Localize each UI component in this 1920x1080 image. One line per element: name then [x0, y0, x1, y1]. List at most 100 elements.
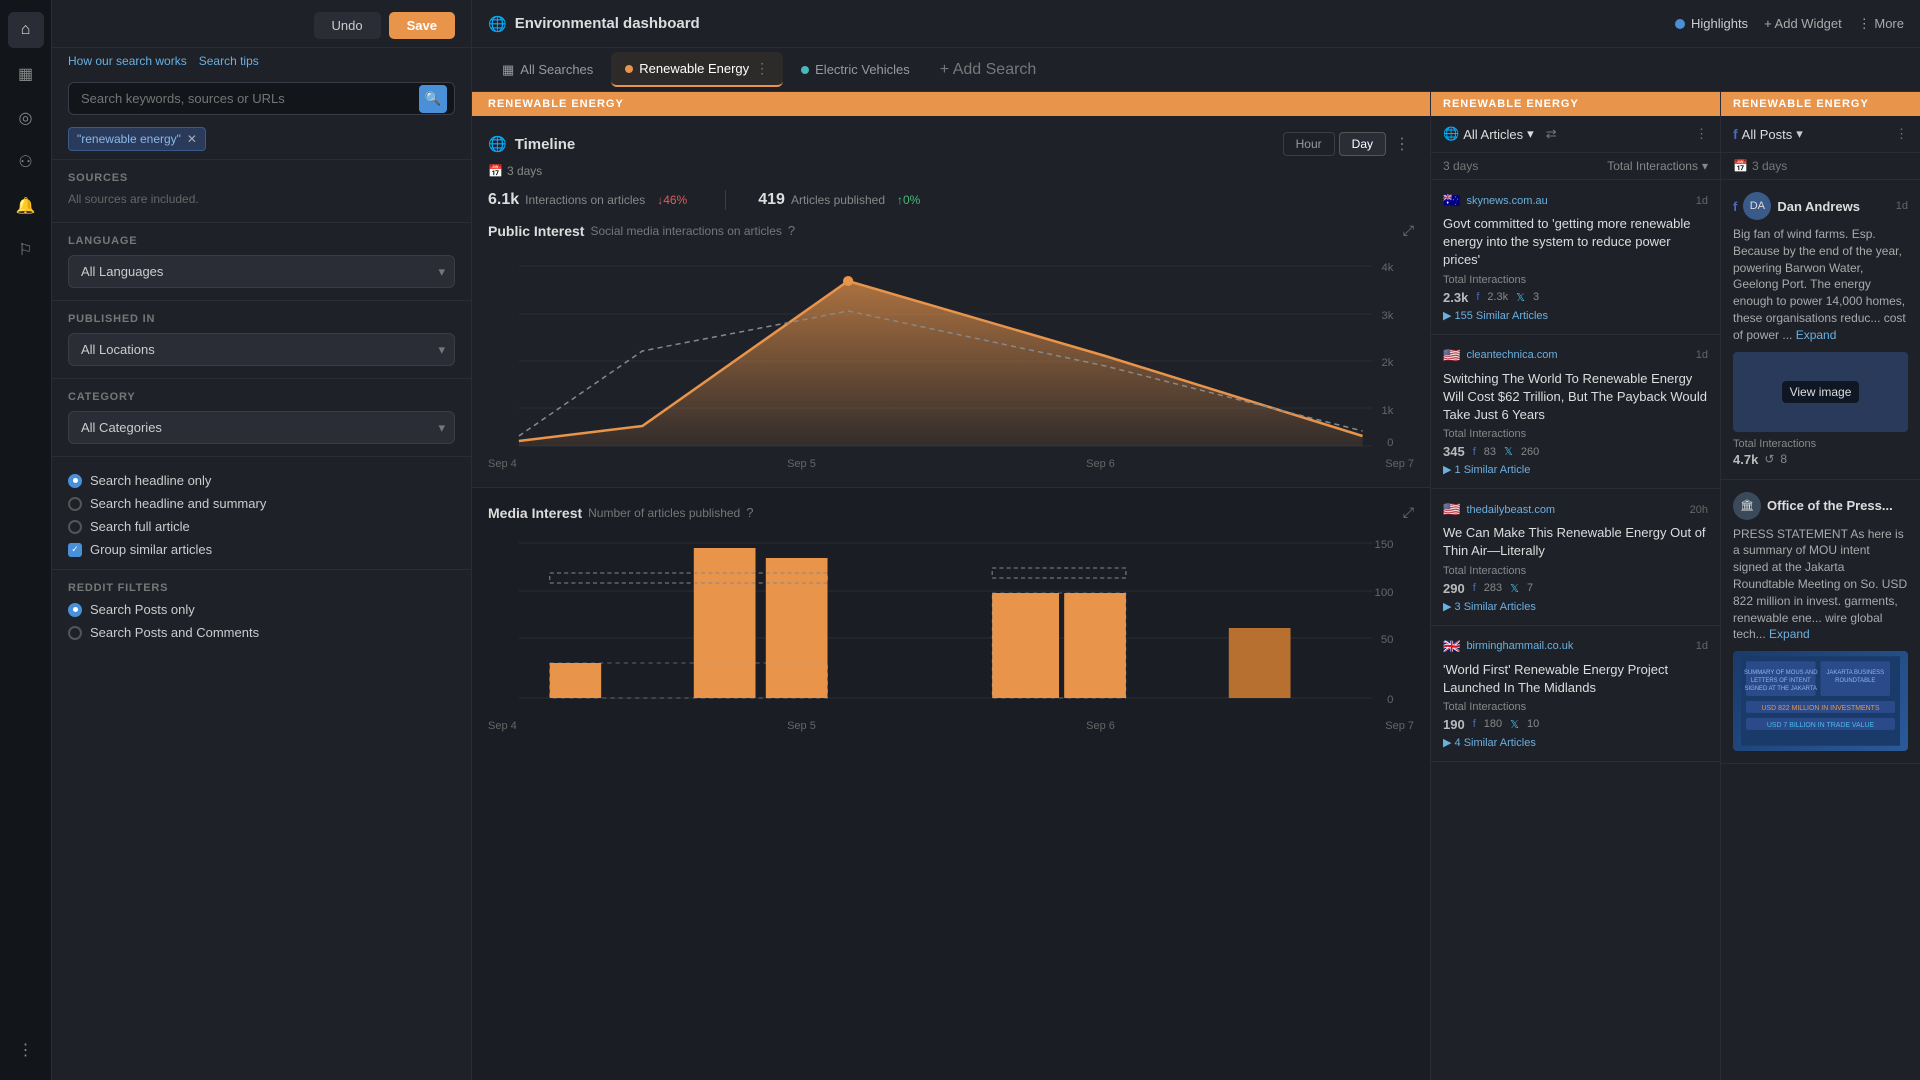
add-search-tab[interactable]: + Add Search: [928, 53, 1049, 87]
articles-dropdown-icon: ▾: [1527, 126, 1534, 142]
article-interactions-label-2: Total Interactions: [1443, 428, 1708, 440]
article-time-4: 1d: [1696, 640, 1708, 652]
bookmark-nav-icon[interactable]: ⚐: [8, 232, 44, 268]
highlights-button[interactable]: Highlights: [1675, 16, 1748, 31]
post-share-icon-1: ↺: [1764, 452, 1774, 466]
article-source-1[interactable]: skynews.com.au: [1466, 195, 1547, 207]
post-author-name-2[interactable]: Office of the Press...: [1767, 498, 1893, 513]
home-nav-icon[interactable]: ⌂: [8, 12, 44, 48]
similar-articles-link-3[interactable]: ▶ 3 Similar Articles: [1443, 600, 1708, 613]
hour-button[interactable]: Hour: [1283, 132, 1335, 156]
users-nav-icon[interactable]: ⚇: [8, 144, 44, 180]
post-platform-icon-1: f: [1733, 199, 1737, 214]
radio-circle-summary: [68, 497, 82, 511]
sort-filter[interactable]: Total Interactions ▾: [1607, 159, 1708, 173]
search-input[interactable]: [68, 82, 455, 115]
social-options-icon[interactable]: ⋮: [1895, 126, 1908, 142]
search-button[interactable]: 🔍: [419, 85, 447, 113]
tag-remove-button[interactable]: ✕: [187, 132, 197, 146]
article-title-2[interactable]: Switching The World To Renewable Energy …: [1443, 370, 1708, 425]
how-search-works-link[interactable]: How our search works: [68, 54, 187, 68]
svg-text:1k: 1k: [1381, 405, 1393, 417]
save-button[interactable]: Save: [389, 12, 455, 39]
calendar-icon: 📅: [488, 164, 503, 178]
article-social-1: 2.3k f 2.3k 𝕏 3: [1443, 290, 1708, 305]
social-controls: f All Posts ▾ ⋮: [1721, 116, 1920, 153]
tw-icon-4: 𝕏: [1510, 718, 1519, 731]
public-interest-expand-button[interactable]: ⤢: [1403, 222, 1414, 239]
radio-headline-only[interactable]: Search headline only: [68, 473, 455, 488]
bar-label-sep5: Sep 5: [787, 720, 816, 732]
expand-link-1[interactable]: Expand: [1796, 328, 1837, 342]
tab-all-searches[interactable]: ▦ All Searches: [488, 54, 607, 86]
radio-full-article[interactable]: Search full article: [68, 519, 455, 534]
more-button[interactable]: ⋮ More: [1858, 16, 1904, 32]
undo-button[interactable]: Undo: [314, 12, 381, 39]
timeline-options-button[interactable]: ⋮: [1390, 134, 1414, 154]
article-interactions-label-4: Total Interactions: [1443, 701, 1708, 713]
article-source-row-3: 🇺🇸 thedailybeast.com 20h: [1443, 501, 1708, 518]
media-interest-title: Media Interest: [488, 505, 582, 521]
bar-chart-x-labels: Sep 4 Sep 5 Sep 6 Sep 7: [488, 720, 1414, 732]
timeline-panel-header: RENEWABLE ENERGY: [472, 92, 1430, 116]
expand-link-2[interactable]: Expand: [1769, 627, 1810, 641]
transfer-icon[interactable]: ⇄: [1546, 126, 1557, 142]
highlights-label: Highlights: [1691, 16, 1748, 31]
published-select[interactable]: All Locations United States United Kingd…: [68, 333, 455, 366]
bar-label-sep7: Sep 7: [1385, 720, 1414, 732]
group-similar-checkbox[interactable]: Group similar articles: [68, 542, 455, 557]
article-title-4[interactable]: 'World First' Renewable Energy Project L…: [1443, 661, 1708, 697]
radio-posts-comments[interactable]: Search Posts and Comments: [68, 625, 455, 640]
article-flag-4: 🇬🇧: [1443, 638, 1460, 655]
article-source-4[interactable]: birminghammail.co.uk: [1466, 640, 1573, 652]
day-button[interactable]: Day: [1339, 132, 1386, 156]
article-int-val-2: 345: [1443, 444, 1465, 459]
search-tips-link[interactable]: Search tips: [199, 54, 259, 68]
post-social-row-1: 4.7k ↺ 8: [1733, 452, 1908, 467]
all-posts-dropdown[interactable]: f All Posts ▾: [1733, 126, 1803, 142]
article-title-3[interactable]: We Can Make This Renewable Energy Out of…: [1443, 524, 1708, 560]
timeline-title-row: 🌐 Timeline Hour Day ⋮: [488, 132, 1414, 156]
search-panel-header: Undo Save: [52, 0, 471, 48]
more-nav-icon[interactable]: ⋮: [8, 1032, 44, 1068]
radio-posts-only[interactable]: Search Posts only: [68, 602, 455, 617]
media-interest-svg: 150 100 50 0: [488, 533, 1414, 713]
add-widget-button[interactable]: + Add Widget: [1764, 16, 1842, 31]
dashboard-nav-icon[interactable]: ▦: [8, 56, 44, 92]
article-interactions-label-1: Total Interactions: [1443, 274, 1708, 286]
media-interest-section: Media Interest Number of articles publis…: [472, 488, 1430, 749]
similar-articles-link-4[interactable]: ▶ 4 Similar Articles: [1443, 736, 1708, 749]
search-panel: Undo Save How our search works Search ti…: [52, 0, 472, 1080]
radio-headline-summary[interactable]: Search headline and summary: [68, 496, 455, 511]
language-select[interactable]: All Languages English Spanish French: [68, 255, 455, 288]
reddit-label: REDDIT FILTERS: [68, 582, 455, 594]
all-articles-dropdown[interactable]: 🌐 All Articles ▾ ⇄: [1443, 126, 1557, 142]
globe-nav-icon[interactable]: ◎: [8, 100, 44, 136]
view-image-button-1[interactable]: View image: [1782, 381, 1860, 403]
tab-renewable-energy[interactable]: Renewable Energy ⋮: [611, 52, 783, 87]
category-select[interactable]: All Categories News Blogs: [68, 411, 455, 444]
tab-options-icon[interactable]: ⋮: [755, 60, 769, 77]
article-item: 🇦🇺 skynews.com.au 1d Govt committed to '…: [1431, 180, 1720, 335]
tw-val-3: 7: [1527, 582, 1533, 594]
article-source-3[interactable]: thedailybeast.com: [1466, 504, 1555, 516]
tw-val-1: 3: [1533, 291, 1539, 303]
article-title-1[interactable]: Govt committed to 'getting more renewabl…: [1443, 215, 1708, 270]
radio-label-summary: Search headline and summary: [90, 496, 266, 511]
media-interest-expand-button[interactable]: ⤢: [1403, 504, 1414, 521]
fb-val-1: 2.3k: [1487, 291, 1508, 303]
articles-options-icon[interactable]: ⋮: [1695, 126, 1708, 142]
post-text-2: PRESS STATEMENT As here is a summary of …: [1733, 526, 1908, 644]
tab-electric-vehicles[interactable]: Electric Vehicles: [787, 54, 924, 85]
checkbox-group-similar: [68, 543, 82, 557]
svg-text:USD 822 MILLION IN INVESTMENTS: USD 822 MILLION IN INVESTMENTS: [1762, 705, 1880, 712]
all-articles-label: All Articles: [1463, 127, 1523, 142]
press-image-1: SUMMARY OF MOUS AND LETTERS OF INTENT SI…: [1733, 651, 1908, 751]
similar-articles-link-1[interactable]: ▶ 155 Similar Articles: [1443, 309, 1708, 322]
similar-articles-link-2[interactable]: ▶ 1 Similar Article: [1443, 463, 1708, 476]
article-source-2[interactable]: cleantechnica.com: [1466, 349, 1557, 361]
post-author-name-1[interactable]: Dan Andrews: [1777, 199, 1860, 214]
sort-label: Total Interactions: [1607, 159, 1698, 173]
svg-text:JAKARTA BUSINESS: JAKARTA BUSINESS: [1826, 670, 1884, 676]
bell-nav-icon[interactable]: 🔔: [8, 188, 44, 224]
